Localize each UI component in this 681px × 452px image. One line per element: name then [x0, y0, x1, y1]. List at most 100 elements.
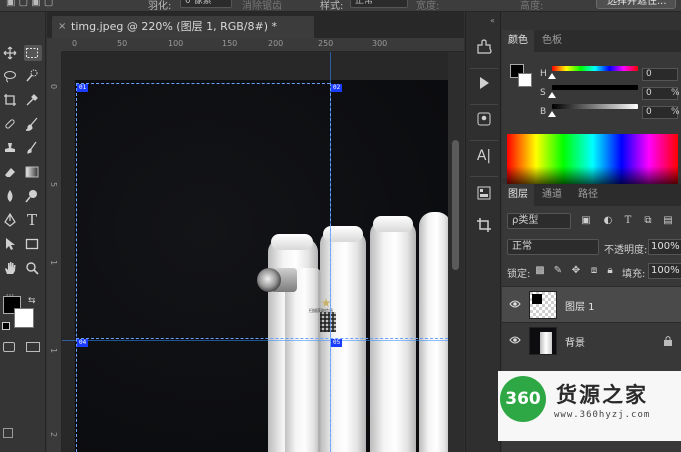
- stamp-icon[interactable]: [2, 140, 18, 156]
- slice-tag-04[interactable]: 04: [77, 339, 89, 347]
- collapse-arrows-icon[interactable]: «: [490, 16, 495, 25]
- move-icon[interactable]: [2, 45, 18, 61]
- hue-slider-knob[interactable]: [548, 73, 556, 79]
- extra-tool-icon[interactable]: [3, 428, 13, 438]
- ruler-label: 1: [49, 348, 58, 354]
- close-tab-icon[interactable]: ×: [58, 16, 66, 38]
- gradient-icon[interactable]: [24, 164, 40, 180]
- ruler-label: 2: [49, 432, 58, 438]
- select-and-mask-button[interactable]: 选择并遮住...: [596, 0, 676, 9]
- opacity-label: 不透明度:: [604, 245, 648, 256]
- filter-pixel-icon[interactable]: ▣: [580, 215, 592, 227]
- tab-paths[interactable]: 路径: [572, 184, 604, 206]
- hue-value-field[interactable]: 0: [642, 68, 678, 81]
- crop-icon[interactable]: [2, 92, 18, 108]
- swap-colors-icon[interactable]: ⇆: [28, 296, 36, 306]
- tab-swatches[interactable]: 色板: [536, 30, 568, 52]
- dodge-icon[interactable]: [24, 188, 40, 204]
- filter-shape-icon[interactable]: ⧉: [642, 215, 654, 227]
- layer-thumbnail: [529, 291, 557, 319]
- feather-input[interactable]: 0 像素: [180, 0, 232, 8]
- healing-icon[interactable]: [2, 116, 18, 132]
- tab-channels[interactable]: 通道: [536, 184, 568, 206]
- visibility-eye-icon[interactable]: [509, 335, 521, 345]
- brightness-slider-knob[interactable]: [548, 111, 556, 117]
- scrollbar-thumb[interactable]: [452, 140, 459, 270]
- visibility-eye-icon[interactable]: [509, 299, 521, 309]
- document-image[interactable]: 扫描获取信息: [75, 80, 448, 452]
- marquee-icon[interactable]: [24, 45, 42, 61]
- character-icon[interactable]: A|: [474, 146, 494, 166]
- opacity-field[interactable]: 100%: [648, 239, 681, 255]
- lock-all-icon[interactable]: 🔒︎: [604, 265, 616, 277]
- crop-panel-icon[interactable]: [474, 216, 494, 236]
- lock-artboard-icon[interactable]: ⧈: [588, 265, 600, 277]
- lock-position-icon[interactable]: ✥: [570, 265, 582, 277]
- percent-unit: %: [671, 88, 680, 98]
- default-colors-icon[interactable]: [2, 322, 10, 330]
- history-brush-icon[interactable]: [24, 140, 40, 156]
- layer-row[interactable]: 图层 1: [502, 286, 681, 322]
- layer-name: 图层 1: [565, 302, 595, 313]
- brightness-slider[interactable]: [552, 104, 638, 109]
- layer-filter-row: ρ类型 ▣ ◐ T ⧉ ▤: [502, 210, 681, 232]
- canvas-vertical-scrollbar[interactable]: [448, 52, 464, 452]
- ruler-label: 250: [318, 39, 334, 48]
- libraries-icon[interactable]: [474, 110, 494, 130]
- layer-row[interactable]: 背景: [502, 322, 681, 358]
- hand-icon[interactable]: [2, 260, 18, 276]
- color-panel: 颜色 色板 H 0 S 0 % B 0 %: [502, 30, 681, 188]
- screen-mode-icon[interactable]: [26, 342, 40, 352]
- lock-transparent-icon[interactable]: ▩: [534, 265, 546, 277]
- filter-type-icon[interactable]: T: [622, 215, 634, 227]
- brush-icon[interactable]: [24, 116, 40, 132]
- tab-color[interactable]: 颜色: [502, 30, 534, 52]
- tab-layers[interactable]: 图层: [502, 184, 534, 206]
- fill-field[interactable]: 100%: [648, 263, 681, 279]
- background-color-swatch[interactable]: [14, 308, 34, 328]
- eraser-icon[interactable]: [2, 164, 18, 180]
- vertical-ruler[interactable]: 0 5 1 1 2: [47, 52, 62, 452]
- ruler-corner[interactable]: [47, 38, 62, 52]
- quick-select-icon[interactable]: [24, 68, 40, 84]
- type-icon[interactable]: T: [24, 212, 40, 228]
- hue-label: H: [540, 69, 547, 79]
- lock-icon[interactable]: [663, 335, 673, 346]
- play-actions-icon[interactable]: [474, 74, 494, 94]
- panel-background-swatch[interactable]: [518, 73, 532, 87]
- antialias-checkbox[interactable]: 消除锯齿: [242, 0, 282, 11]
- saturation-slider[interactable]: [552, 85, 638, 90]
- filter-adjustment-icon[interactable]: ◐: [602, 215, 614, 227]
- zoom-icon[interactable]: [24, 260, 40, 276]
- pen-icon[interactable]: [2, 212, 18, 228]
- options-icons[interactable]: ▣ ▢ ▣ ▢: [6, 0, 53, 8]
- ruler-label: 1: [49, 260, 58, 266]
- path-select-icon[interactable]: [2, 236, 18, 252]
- adjustments-icon[interactable]: [474, 184, 494, 204]
- horizontal-ruler[interactable]: 0 50 100 150 200 250 300: [62, 38, 464, 52]
- radiator-cap: [271, 234, 313, 250]
- blend-mode-select[interactable]: 正常: [507, 239, 599, 255]
- layer-filter-select[interactable]: ρ类型: [507, 213, 571, 229]
- slice-tag-02[interactable]: 02: [331, 84, 343, 92]
- guide-horizontal[interactable]: [62, 340, 448, 341]
- color-panel-tabs: 颜色 色板: [502, 30, 681, 52]
- plugins-icon[interactable]: [474, 38, 494, 58]
- slice-boundary: [76, 338, 448, 339]
- canvas-area[interactable]: 扫描获取信息 01 02 04 05: [62, 52, 448, 452]
- lasso-icon[interactable]: [2, 68, 18, 84]
- quick-mask-icon[interactable]: [3, 342, 15, 352]
- slice-tag-01[interactable]: 01: [77, 84, 89, 92]
- document-tab[interactable]: × timg.jpeg @ 220% (图层 1, RGB/8#) *: [52, 16, 314, 38]
- slice-tag-05[interactable]: 05: [331, 339, 343, 347]
- saturation-slider-knob[interactable]: [548, 92, 556, 98]
- rectangle-icon[interactable]: [24, 236, 40, 252]
- color-spectrum[interactable]: [507, 134, 678, 188]
- lock-image-icon[interactable]: ✎: [552, 265, 564, 277]
- brightness-label: B: [540, 107, 547, 117]
- hue-slider[interactable]: [552, 66, 638, 71]
- filter-smart-icon[interactable]: ▤: [662, 215, 674, 227]
- blur-icon[interactable]: [2, 188, 18, 204]
- eyedropper-icon[interactable]: [24, 92, 40, 108]
- style-select[interactable]: 正常: [350, 0, 408, 8]
